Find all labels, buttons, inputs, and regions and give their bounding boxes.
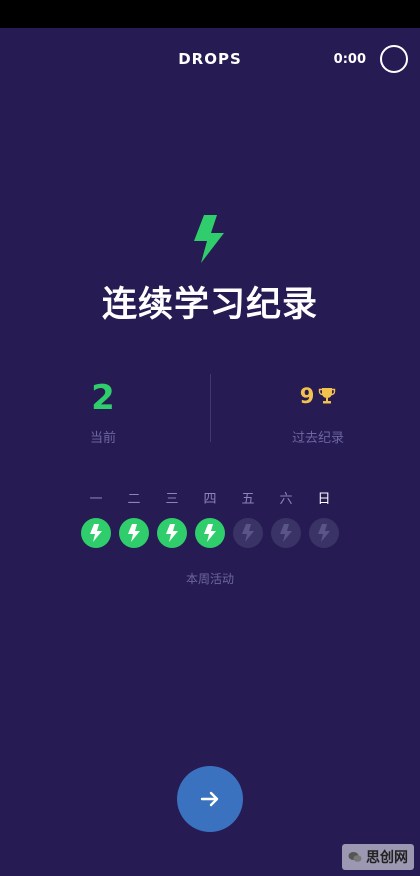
current-streak-label: 当前 xyxy=(89,431,116,446)
stats-divider xyxy=(210,374,211,442)
day-label: 三 xyxy=(165,492,179,507)
day-label: 二 xyxy=(127,492,141,507)
lightning-bolt-icon xyxy=(242,524,254,542)
day-badge-incomplete xyxy=(309,518,339,548)
timer-text: 0:00 xyxy=(333,52,366,67)
week-activity-caption: 本周活动 xyxy=(185,572,234,586)
day-column: 三 xyxy=(153,492,191,548)
status-bar xyxy=(0,0,420,28)
week-activity: 一 二 三 四 五 六 日 xyxy=(77,492,343,552)
lightning-bolt-icon xyxy=(128,524,140,542)
streak-screen: DROPS 0:00 连续学习纪录 2 当前 9 过去纪录 一 二 三 四 五 … xyxy=(0,0,420,876)
day-badge-incomplete xyxy=(233,518,263,548)
best-streak: 9 xyxy=(268,384,368,408)
day-column: 五 xyxy=(229,492,267,548)
watermark-text: 思创网 xyxy=(366,850,408,866)
lightning-bolt-icon xyxy=(166,524,178,542)
lightning-bolt-icon xyxy=(204,524,216,542)
header: DROPS 0:00 xyxy=(0,28,420,92)
watermark: 思创网 xyxy=(342,844,414,870)
best-streak-value: 9 xyxy=(299,384,315,408)
trophy-icon xyxy=(319,388,336,404)
day-column: 六 xyxy=(267,492,305,548)
day-label: 五 xyxy=(241,492,255,507)
current-streak-value: 2 xyxy=(91,378,115,418)
day-badge-complete xyxy=(157,518,187,548)
day-label: 一 xyxy=(89,492,103,507)
lightning-bolt-icon xyxy=(90,524,102,542)
day-label: 六 xyxy=(279,492,293,507)
timer-ring-icon[interactable] xyxy=(380,45,408,73)
day-badge-complete xyxy=(195,518,225,548)
arrow-right-icon xyxy=(200,791,219,807)
day-column: 日 xyxy=(305,492,343,548)
day-column: 一 xyxy=(77,492,115,548)
page-title: 连续学习纪录 xyxy=(101,285,318,325)
day-label: 四 xyxy=(203,492,217,507)
next-button[interactable] xyxy=(177,766,243,832)
day-column: 二 xyxy=(115,492,153,548)
day-label-today: 日 xyxy=(317,492,331,507)
wechat-icon xyxy=(348,852,362,862)
day-badge-incomplete xyxy=(271,518,301,548)
best-streak-label: 过去纪录 xyxy=(291,431,344,446)
lightning-bolt-icon xyxy=(318,524,330,542)
lightning-bolt-icon xyxy=(194,215,224,263)
day-badge-complete xyxy=(119,518,149,548)
day-column: 四 xyxy=(191,492,229,548)
day-badge-complete xyxy=(81,518,111,548)
lightning-bolt-icon xyxy=(280,524,292,542)
